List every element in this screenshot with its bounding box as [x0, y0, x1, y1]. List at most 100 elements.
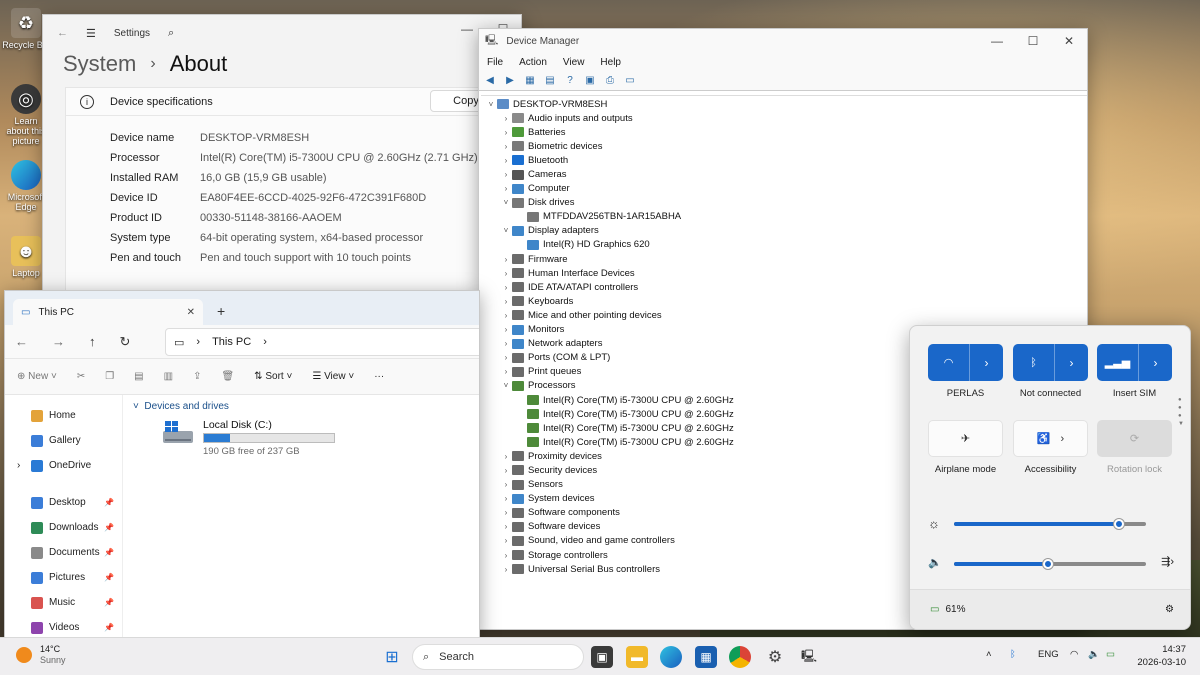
expand-toggle[interactable]: ˅	[485, 100, 497, 109]
task-view-icon[interactable]: ▣	[591, 646, 613, 668]
forward-icon[interactable]: ▶	[503, 74, 517, 88]
expand-toggle[interactable]: ›	[500, 255, 512, 264]
device-category[interactable]: › Bluetooth	[481, 153, 1087, 167]
brightness-knob[interactable]	[1114, 519, 1125, 529]
taskbar-search[interactable]: ⌕ Search	[412, 644, 584, 670]
device-category[interactable]: › Mice and other pointing devices	[481, 308, 1087, 322]
cellular-icon[interactable]: ▂▃▅	[1097, 344, 1139, 381]
expand-toggle[interactable]: ›	[500, 142, 512, 151]
expand-toggle[interactable]: ›	[500, 325, 512, 334]
device-category[interactable]: › Biometric devices	[481, 139, 1087, 153]
view-button[interactable]: ☰ View ˅	[312, 371, 354, 382]
up-arrow-icon[interactable]: ↑	[89, 334, 96, 349]
expand-toggle[interactable]: ˅	[500, 198, 512, 207]
expand-toggle[interactable]: ›	[500, 522, 512, 531]
store-icon[interactable]: ▦	[695, 646, 717, 668]
menu-view[interactable]: View	[563, 57, 585, 68]
rename-icon[interactable]: ▥	[164, 371, 173, 382]
help-icon[interactable]: ?	[563, 74, 577, 88]
nav-item-home[interactable]: Home	[5, 403, 122, 428]
back-arrow-icon[interactable]: ←	[15, 334, 28, 349]
volume-icon[interactable]: 🔈	[928, 556, 942, 569]
device-category[interactable]: › Keyboards	[481, 294, 1087, 308]
file-explorer-icon[interactable]: ▬	[626, 646, 648, 668]
address-bar[interactable]: ▭ › This PC ›	[165, 328, 479, 356]
chevron-right-icon[interactable]: ›	[263, 336, 267, 348]
menu-action[interactable]: Action	[519, 57, 547, 68]
device-category[interactable]: › Batteries	[481, 125, 1087, 139]
weather-widget[interactable]: 14°C Sunny	[16, 644, 66, 666]
more-options-icon[interactable]: ···	[374, 371, 384, 382]
settings-gear-icon[interactable]: ⚙	[1165, 604, 1174, 615]
battery-tray-icon[interactable]: ▭	[1106, 649, 1115, 660]
chevron-right-icon[interactable]: ›	[970, 356, 1003, 370]
clock[interactable]: 14:37 2026-03-10	[1137, 643, 1186, 669]
expand-toggle[interactable]: ›	[500, 551, 512, 560]
maximize-button[interactable]: ☐	[1015, 29, 1051, 55]
paste-icon[interactable]: ▤	[134, 371, 143, 382]
audio-output-icon[interactable]: ⇶›	[1161, 555, 1174, 568]
forward-arrow-icon[interactable]: →	[52, 334, 65, 349]
device-item[interactable]: Intel(R) HD Graphics 620	[481, 238, 1087, 252]
cut-icon[interactable]: ✂	[77, 371, 85, 382]
expand-toggle[interactable]: ›	[500, 283, 512, 292]
edge-browser-icon[interactable]	[660, 646, 682, 668]
language-indicator[interactable]: ENG	[1038, 649, 1059, 660]
new-button[interactable]: ⊕ New ˅	[17, 371, 57, 382]
menu-help[interactable]: Help	[600, 57, 621, 68]
drive-local-disk[interactable]: Local Disk (C:) 190 GB free of 237 GB	[161, 419, 335, 457]
expand-toggle[interactable]: ›	[500, 480, 512, 489]
nav-item-pictures[interactable]: Pictures 📌	[5, 565, 122, 590]
expand-toggle[interactable]: ›	[500, 170, 512, 179]
menu-file[interactable]: File	[487, 57, 503, 68]
expand-toggle[interactable]: ›	[500, 494, 512, 503]
device-manager-app-icon[interactable]: 🖳	[798, 646, 820, 668]
refresh-icon[interactable]: ↻	[120, 334, 131, 350]
nav-item-music[interactable]: Music 📌	[5, 590, 122, 615]
volume-slider[interactable]	[954, 559, 1146, 569]
chevron-right-icon[interactable]: ›	[1055, 356, 1088, 370]
device-category[interactable]: › Computer	[481, 182, 1087, 196]
settings-app-icon[interactable]: ⚙	[764, 646, 786, 668]
sort-button[interactable]: ⇅ Sort ˅	[254, 371, 292, 382]
expand-toggle[interactable]: ›	[500, 536, 512, 545]
expand-toggle[interactable]: ›	[500, 452, 512, 461]
back-arrow-icon[interactable]: ←	[57, 27, 68, 39]
airplane-tile[interactable]: ✈	[928, 420, 1003, 457]
new-tab-button[interactable]: +	[217, 303, 225, 319]
show-hidden-icons[interactable]: ˄	[986, 649, 992, 660]
close-tab-icon[interactable]: ✕	[187, 307, 195, 318]
device-category[interactable]: ˅ Disk drives	[481, 196, 1087, 210]
device-category[interactable]: › IDE ATA/ATAPI controllers	[481, 280, 1087, 294]
volume-tray-icon[interactable]: 🔈	[1088, 649, 1100, 660]
nav-item-downloads[interactable]: Downloads 📌	[5, 515, 122, 540]
breadcrumb-system[interactable]: System	[63, 51, 136, 77]
rotation-lock-tile[interactable]: ⟳	[1097, 420, 1172, 457]
devices-group-header[interactable]: ˅ Devices and drives	[133, 401, 479, 412]
expand-toggle[interactable]: ˅	[500, 381, 512, 390]
tab-this-pc[interactable]: ▭ This PC ✕	[13, 299, 203, 325]
expand-toggle[interactable]: ›	[500, 311, 512, 320]
expand-toggle[interactable]: ›	[500, 114, 512, 123]
expand-toggle[interactable]: ›	[500, 466, 512, 475]
nav-item-gallery[interactable]: Gallery	[5, 428, 122, 453]
nav-item-onedrive[interactable]: › OneDrive	[5, 453, 122, 478]
expand-toggle[interactable]: ›	[500, 156, 512, 165]
properties-icon[interactable]: ▤	[543, 74, 557, 88]
bluetooth-tile[interactable]: ᛒ ›	[1013, 344, 1088, 381]
expand-toggle[interactable]: ›	[500, 184, 512, 193]
device-item[interactable]: MTFDDAV256TBN-1AR15ABHA	[481, 210, 1087, 224]
nav-item-documents[interactable]: Documents 📌	[5, 540, 122, 565]
minimize-button[interactable]: —	[979, 29, 1015, 55]
scan-hardware-icon[interactable]: ⎙	[603, 74, 617, 88]
chevron-right-icon[interactable]: ›	[17, 460, 20, 471]
expand-toggle[interactable]: ›	[500, 367, 512, 376]
wifi-icon[interactable]: ◠	[928, 344, 970, 381]
close-button[interactable]: ✕	[1051, 29, 1087, 55]
share-icon[interactable]: ⇪	[193, 371, 201, 382]
volume-knob[interactable]	[1043, 559, 1054, 569]
device-category[interactable]: › Cameras	[481, 167, 1087, 181]
nav-item-desktop[interactable]: Desktop 📌	[5, 490, 122, 515]
expand-toggle[interactable]: ˅	[500, 226, 512, 235]
expand-toggle[interactable]: ›	[500, 353, 512, 362]
